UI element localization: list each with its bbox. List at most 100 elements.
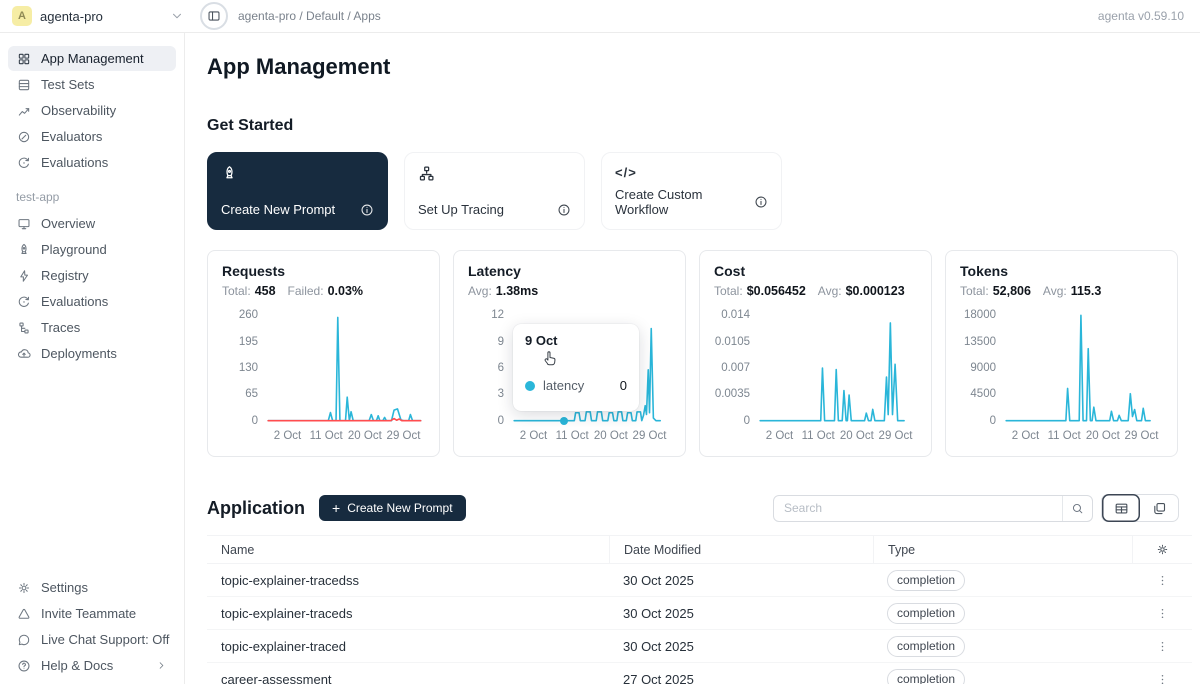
get-started-heading: Get Started (207, 117, 1200, 135)
page-title: App Management (207, 54, 1200, 80)
app-name: topic-explainer-traced (207, 639, 609, 654)
cost-plot[interactable] (758, 312, 917, 424)
info-icon[interactable] (754, 195, 768, 209)
y-axis: 260195130650 (222, 312, 266, 424)
tokens-chart-card: Tokens Total:52,806 Avg:115.3 1800013500… (945, 250, 1178, 457)
row-menu-button[interactable] (1156, 640, 1169, 653)
row-menu-button[interactable] (1156, 673, 1169, 684)
sidebar-footer: Settings Invite Teammate Live Chat Suppo… (0, 574, 184, 679)
table-view-button[interactable] (1102, 494, 1140, 522)
sidebar: App Management Test Sets Observability E… (0, 33, 185, 684)
sidebar-item-label: Invite Teammate (41, 606, 136, 621)
chart-title: Cost (714, 263, 917, 279)
monitor-icon (17, 217, 31, 231)
chat-bubble-icon (17, 633, 31, 647)
card-label: Create New Prompt (221, 202, 335, 217)
set-up-tracing-card[interactable]: Set Up Tracing (404, 152, 585, 230)
sidebar-item-label: Observability (41, 103, 116, 118)
column-date-modified: Date Modified (609, 536, 873, 563)
code-icon: </> (615, 165, 768, 180)
sidebar-item-overview[interactable]: Overview (8, 211, 176, 236)
sidebar-item-label: Settings (41, 580, 88, 595)
sidebar-item-label: Playground (41, 242, 107, 257)
sidebar-item-label: Evaluations (41, 294, 108, 309)
main-content: App Management Get Started Create New Pr… (185, 33, 1200, 684)
x-axis: 2 Oct11 Oct20 Oct29 Oct (758, 430, 917, 444)
kebab-icon (1156, 607, 1169, 620)
sidebar-item-registry[interactable]: Registry (8, 263, 176, 288)
row-menu-button[interactable] (1156, 574, 1169, 587)
chevron-right-icon (156, 660, 167, 671)
tooltip-series-label: latency (543, 378, 584, 393)
sidebar-item-help-docs[interactable]: Help & Docs (8, 653, 176, 678)
card-view-icon (1152, 501, 1167, 516)
sidebar-item-settings[interactable]: Settings (8, 575, 176, 600)
table-row[interactable]: topic-explainer-traceds 30 Oct 2025 comp… (207, 597, 1192, 630)
sidebar-item-label: Traces (41, 320, 80, 335)
search-input[interactable] (774, 501, 1062, 515)
mouse-cursor (539, 347, 561, 369)
sidebar-item-label: Test Sets (41, 77, 94, 92)
sidebar-toggle-button[interactable] (200, 2, 228, 30)
kebab-icon (1156, 673, 1169, 684)
sidebar-item-label: App Management (41, 51, 144, 66)
sidebar-item-evaluations[interactable]: Evaluations (8, 150, 176, 175)
gear-icon (17, 581, 31, 595)
sidebar-item-app-management[interactable]: App Management (8, 46, 176, 71)
create-custom-workflow-card[interactable]: </> Create Custom Workflow (601, 152, 782, 230)
kebab-icon (1156, 574, 1169, 587)
circular-gauge-icon (17, 295, 31, 309)
create-new-prompt-button[interactable]: + Create New Prompt (319, 495, 466, 521)
type-badge: completion (887, 636, 965, 657)
table-row[interactable]: topic-explainer-tracedss 30 Oct 2025 com… (207, 564, 1192, 597)
search-icon (1071, 502, 1084, 515)
app-name: topic-explainer-tracedss (207, 573, 609, 588)
application-header: Application + Create New Prompt (207, 494, 1200, 522)
sidebar-item-test-sets[interactable]: Test Sets (8, 72, 176, 97)
type-badge: completion (887, 570, 965, 591)
sidebar-item-live-chat[interactable]: Live Chat Support: Off (8, 627, 176, 652)
column-settings-button[interactable] (1132, 536, 1192, 563)
type-badge: completion (887, 669, 965, 684)
info-icon[interactable] (360, 203, 374, 217)
app-table-body: topic-explainer-tracedss 30 Oct 2025 com… (207, 564, 1192, 684)
sidebar-item-evaluations-app[interactable]: Evaluations (8, 289, 176, 314)
sidebar-item-observability[interactable]: Observability (8, 98, 176, 123)
chevron-down-icon[interactable] (170, 9, 184, 23)
app-date-modified: 30 Oct 2025 (609, 573, 873, 588)
sidebar-item-invite-teammate[interactable]: Invite Teammate (8, 601, 176, 626)
grid-icon (17, 52, 31, 66)
sidebar-item-playground[interactable]: Playground (8, 237, 176, 262)
app-date-modified: 27 Oct 2025 (609, 672, 873, 684)
series-dot (525, 381, 535, 391)
rocket-icon (17, 243, 31, 257)
card-view-button[interactable] (1140, 494, 1178, 522)
app-date-modified: 30 Oct 2025 (609, 639, 873, 654)
requests-plot[interactable] (266, 312, 425, 424)
info-icon[interactable] (557, 203, 571, 217)
y-axis: 1800013500900045000 (960, 312, 1004, 424)
table-rows-icon (17, 78, 31, 92)
row-menu-button[interactable] (1156, 607, 1169, 620)
app-name: topic-explainer-traceds (207, 606, 609, 621)
plus-icon: + (332, 500, 340, 516)
table-row[interactable]: career-assessment 27 Oct 2025 completion (207, 663, 1192, 684)
trace-tree-icon (17, 321, 31, 335)
tooltip-date: 9 Oct (525, 333, 627, 348)
rocket-icon (221, 165, 374, 182)
invite-icon (17, 607, 31, 621)
panel-icon (207, 9, 221, 23)
search-button[interactable] (1062, 496, 1092, 521)
sidebar-item-evaluators[interactable]: Evaluators (8, 124, 176, 149)
sidebar-item-label: Evaluations (41, 155, 108, 170)
sidebar-item-deployments[interactable]: Deployments (8, 341, 176, 366)
gear-icon (1156, 543, 1169, 556)
sidebar-item-traces[interactable]: Traces (8, 315, 176, 340)
workspace-switcher[interactable]: A agenta-pro (12, 6, 184, 26)
breadcrumb: agenta-pro / Default / Apps (238, 9, 381, 23)
table-row[interactable]: topic-explainer-traced 30 Oct 2025 compl… (207, 630, 1192, 663)
x-axis: 2 Oct11 Oct20 Oct29 Oct (512, 430, 671, 444)
create-new-prompt-card[interactable]: Create New Prompt (207, 152, 388, 230)
sidebar-item-label: Evaluators (41, 129, 102, 144)
tokens-plot[interactable] (1004, 312, 1163, 424)
